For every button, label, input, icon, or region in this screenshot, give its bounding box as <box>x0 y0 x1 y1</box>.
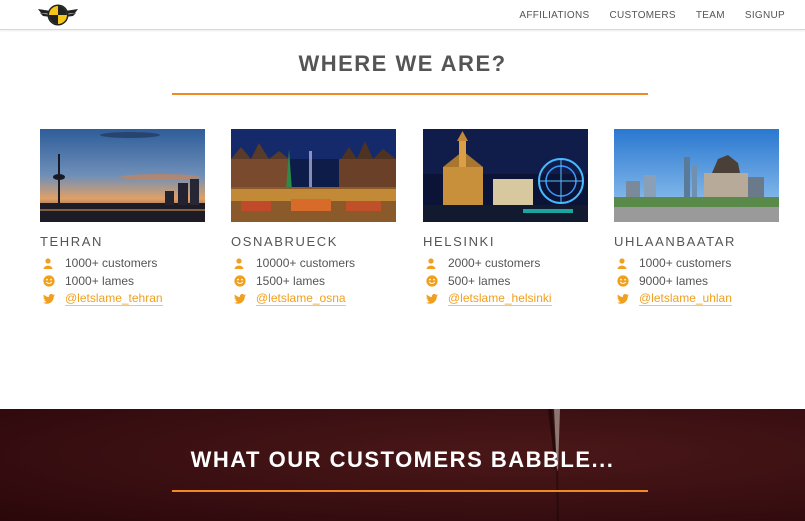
twitter-handle-link[interactable]: @letslame_helsinki <box>448 292 552 306</box>
lames-count: 1500+ lames <box>256 274 326 288</box>
lames-stat: 1000+ lames <box>40 273 220 289</box>
user-icon <box>43 256 61 270</box>
nav-link-affiliations[interactable]: AFFILIATIONS <box>519 10 589 21</box>
twitter-handle-link[interactable]: @letslame_uhlan <box>639 292 732 306</box>
top-navbar: AFFILIATIONS CUSTOMERS TEAM SIGNUP <box>0 0 805 30</box>
twitter-icon <box>234 292 252 306</box>
nav-link-customers[interactable]: CUSTOMERS <box>609 10 675 21</box>
main-nav: AFFILIATIONS CUSTOMERS TEAM SIGNUP <box>499 0 785 30</box>
smiley-icon <box>234 274 252 288</box>
city-photo-uhlaanbaatar <box>614 129 779 222</box>
lames-count: 9000+ lames <box>639 274 709 288</box>
twitter-handle-link[interactable]: @letslame_tehran <box>65 292 163 306</box>
customers-stat: 1000+ customers <box>614 255 794 271</box>
testimonials-divider <box>172 490 648 492</box>
city-name: HELSINKI <box>423 234 496 249</box>
smiley-icon <box>426 274 444 288</box>
twitter-icon <box>43 292 61 306</box>
twitter-icon <box>617 292 635 306</box>
lames-stat: 9000+ lames <box>614 273 794 289</box>
testimonials-heading: WHAT OUR CUSTOMERS BABBLE... <box>190 447 615 472</box>
heading-divider <box>172 93 648 95</box>
customers-stat: 2000+ customers <box>423 255 603 271</box>
city-photo-helsinki <box>423 129 588 222</box>
twitter-icon <box>426 292 444 306</box>
user-icon <box>617 256 635 270</box>
customers-count: 2000+ customers <box>448 256 541 270</box>
city-list: TEHRAN 1000+ customers 1000+ lames @lets… <box>0 129 805 329</box>
twitter-handle-link[interactable]: @letslame_osna <box>256 292 346 306</box>
twitter-stat: @letslame_tehran <box>40 291 220 307</box>
user-icon <box>234 256 252 270</box>
lames-stat: 500+ lames <box>423 273 603 289</box>
customers-stat: 10000+ customers <box>231 255 411 271</box>
winged-emblem-logo-icon <box>38 4 78 26</box>
smiley-icon <box>43 274 61 288</box>
page: AFFILIATIONS CUSTOMERS TEAM SIGNUP WHERE… <box>0 0 805 521</box>
lames-count: 1000+ lames <box>65 274 135 288</box>
brand-logo[interactable] <box>36 1 80 29</box>
twitter-stat: @letslame_osna <box>231 291 411 307</box>
nav-link-team[interactable]: TEAM <box>696 10 725 21</box>
lames-count: 500+ lames <box>448 274 511 288</box>
city-name: UHLAANBAATAR <box>614 234 737 249</box>
city-photo-tehran <box>40 129 205 222</box>
user-icon <box>426 256 444 270</box>
customers-count: 10000+ customers <box>256 256 356 270</box>
lames-stat: 1500+ lames <box>231 273 411 289</box>
twitter-stat: @letslame_uhlan <box>614 291 794 307</box>
where-we-are-heading: WHERE WE ARE? <box>298 51 507 76</box>
smiley-icon <box>617 274 635 288</box>
twitter-stat: @letslame_helsinki <box>423 291 603 307</box>
city-name: OSNABRUECK <box>231 234 339 249</box>
customers-stat: 1000+ customers <box>40 255 220 271</box>
city-name: TEHRAN <box>40 234 104 249</box>
testimonials-section: WHAT OUR CUSTOMERS BABBLE... <box>0 409 805 521</box>
city-photo-osnabrueck <box>231 129 396 222</box>
customers-count: 1000+ customers <box>65 256 158 270</box>
nav-link-signup[interactable]: SIGNUP <box>745 10 785 21</box>
customers-count: 1000+ customers <box>639 256 732 270</box>
